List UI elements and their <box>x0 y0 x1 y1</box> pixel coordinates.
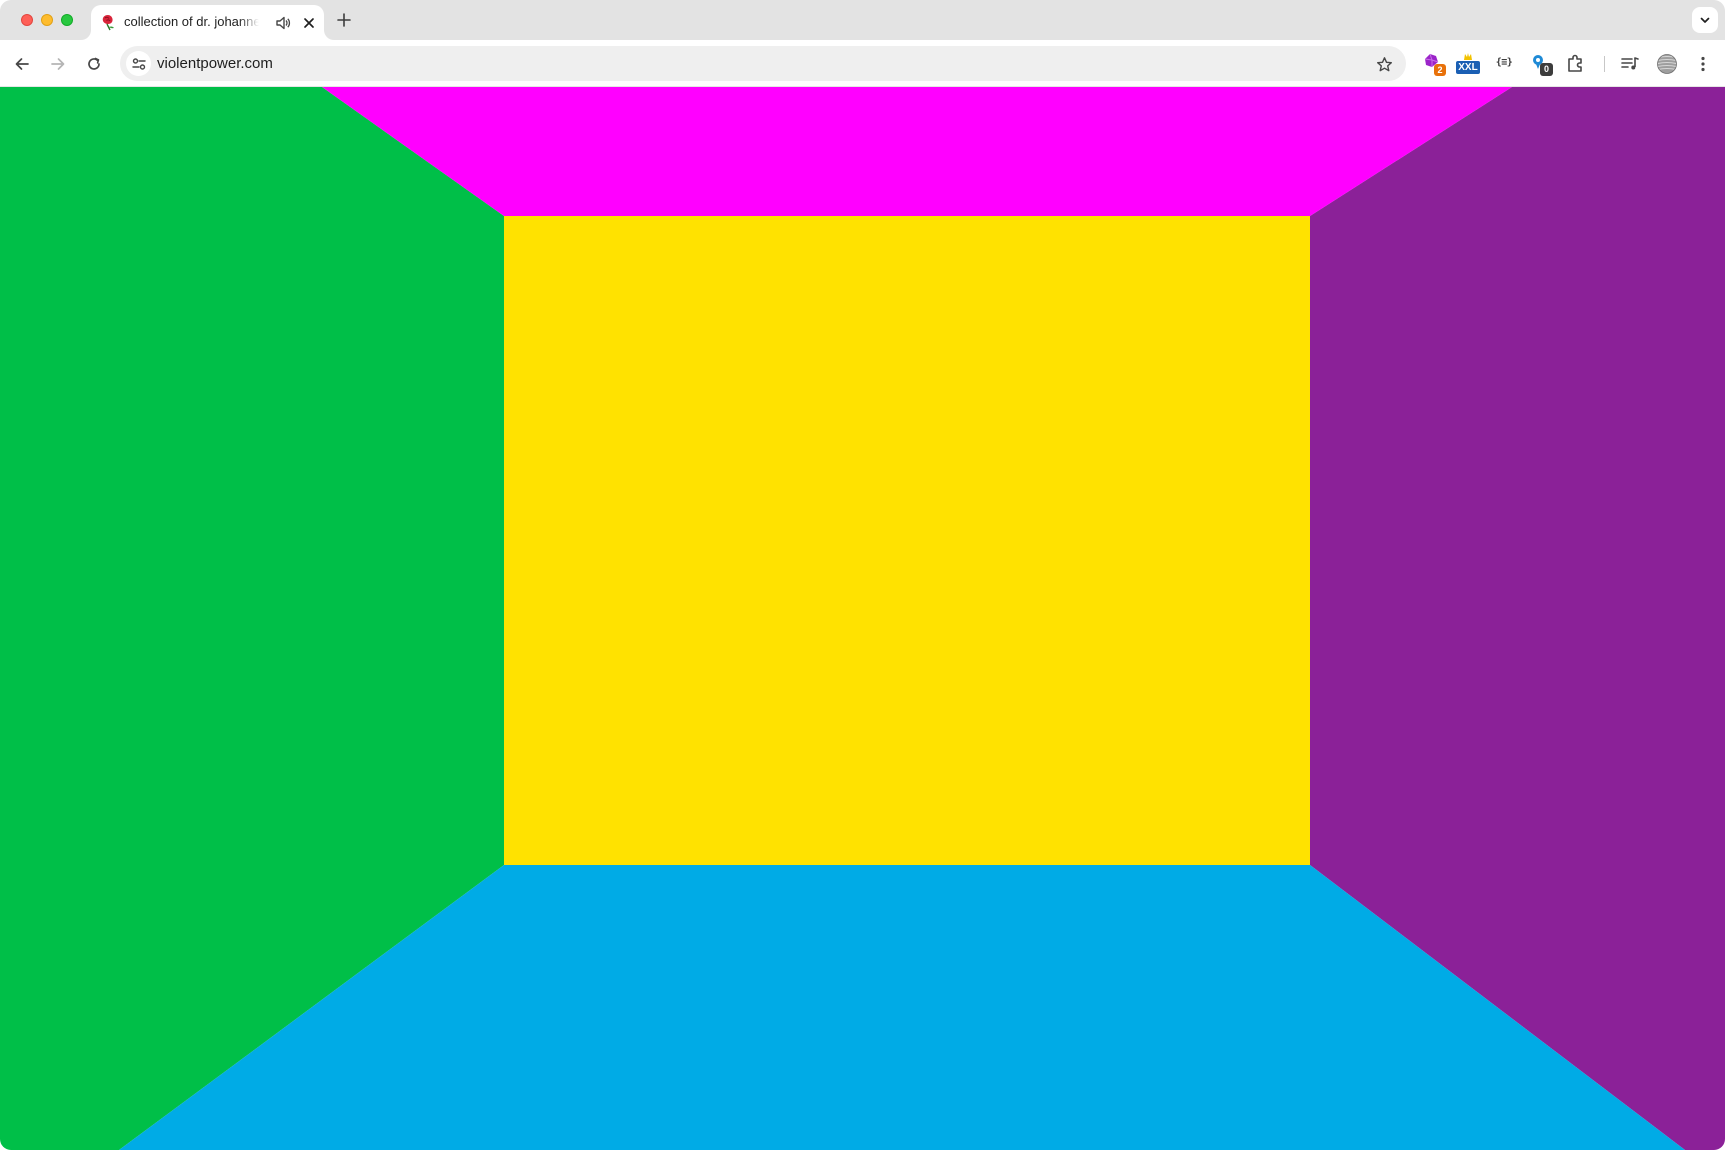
arrow-left-icon <box>15 58 29 70</box>
window-zoom-button[interactable] <box>61 14 73 26</box>
puzzle-gem-extension-button[interactable]: 2 <box>1421 51 1447 77</box>
profile-avatar[interactable] <box>1654 51 1680 77</box>
close-tab-button[interactable] <box>300 14 318 32</box>
site-info-button[interactable] <box>126 51 151 76</box>
tab-search-button[interactable] <box>1692 7 1718 33</box>
extensions-menu-button[interactable] <box>1563 51 1589 77</box>
back-button[interactable] <box>8 50 36 78</box>
speaker-icon[interactable] <box>275 15 291 31</box>
ceiling <box>322 87 1512 216</box>
room-scene <box>0 87 1725 1150</box>
plus-icon <box>337 13 351 27</box>
tab-strip: collection of dr. johannes <box>0 0 1725 40</box>
json-extension-icon: {≡} <box>1495 57 1513 68</box>
bookmark-star-button[interactable] <box>1372 52 1396 76</box>
toolbar-divider <box>1604 56 1605 72</box>
puzzle-piece-icon <box>1568 54 1582 72</box>
crown-icon <box>1464 53 1472 60</box>
arrow-right-icon <box>51 58 65 70</box>
close-icon <box>304 18 314 28</box>
json-extension-button[interactable]: {≡} <box>1491 51 1517 77</box>
xxl-extension-icon: XXL <box>1456 61 1480 74</box>
reload-icon <box>88 57 100 70</box>
address-bar[interactable]: violentpower.com <box>120 46 1406 81</box>
page-content[interactable] <box>0 87 1725 1150</box>
forward-button[interactable] <box>44 50 72 78</box>
browser-menu-button[interactable] <box>1690 51 1716 77</box>
avatar-icon <box>1657 54 1677 74</box>
extension-badge: 0 <box>1540 63 1553 76</box>
blue-bubble-extension-button[interactable]: 0 <box>1528 51 1554 77</box>
new-tab-button[interactable] <box>333 9 355 31</box>
media-controls-button[interactable] <box>1617 51 1643 77</box>
queue-music-icon <box>1621 57 1639 70</box>
browser-toolbar: violentpower.com 2 XXL {≡} 0 <box>0 40 1725 87</box>
window-minimize-button[interactable] <box>41 14 53 26</box>
chevron-down-icon <box>1700 17 1710 23</box>
more-vertical-icon <box>1701 56 1705 72</box>
xxl-extension-button[interactable]: XXL <box>1455 51 1481 77</box>
tab-title: collection of dr. johannes <box>124 14 259 29</box>
red-rose-icon <box>102 15 114 31</box>
reload-button[interactable] <box>80 50 108 78</box>
back-wall <box>504 216 1310 865</box>
tune-icon <box>131 57 146 70</box>
window-close-button[interactable] <box>21 14 33 26</box>
active-tab[interactable]: collection of dr. johannes <box>91 5 324 40</box>
url-text[interactable]: violentpower.com <box>157 55 273 72</box>
extension-badge: 2 <box>1434 64 1446 76</box>
star-icon <box>1376 56 1392 71</box>
browser-window: collection of dr. johannes violentpower.… <box>0 0 1725 1150</box>
